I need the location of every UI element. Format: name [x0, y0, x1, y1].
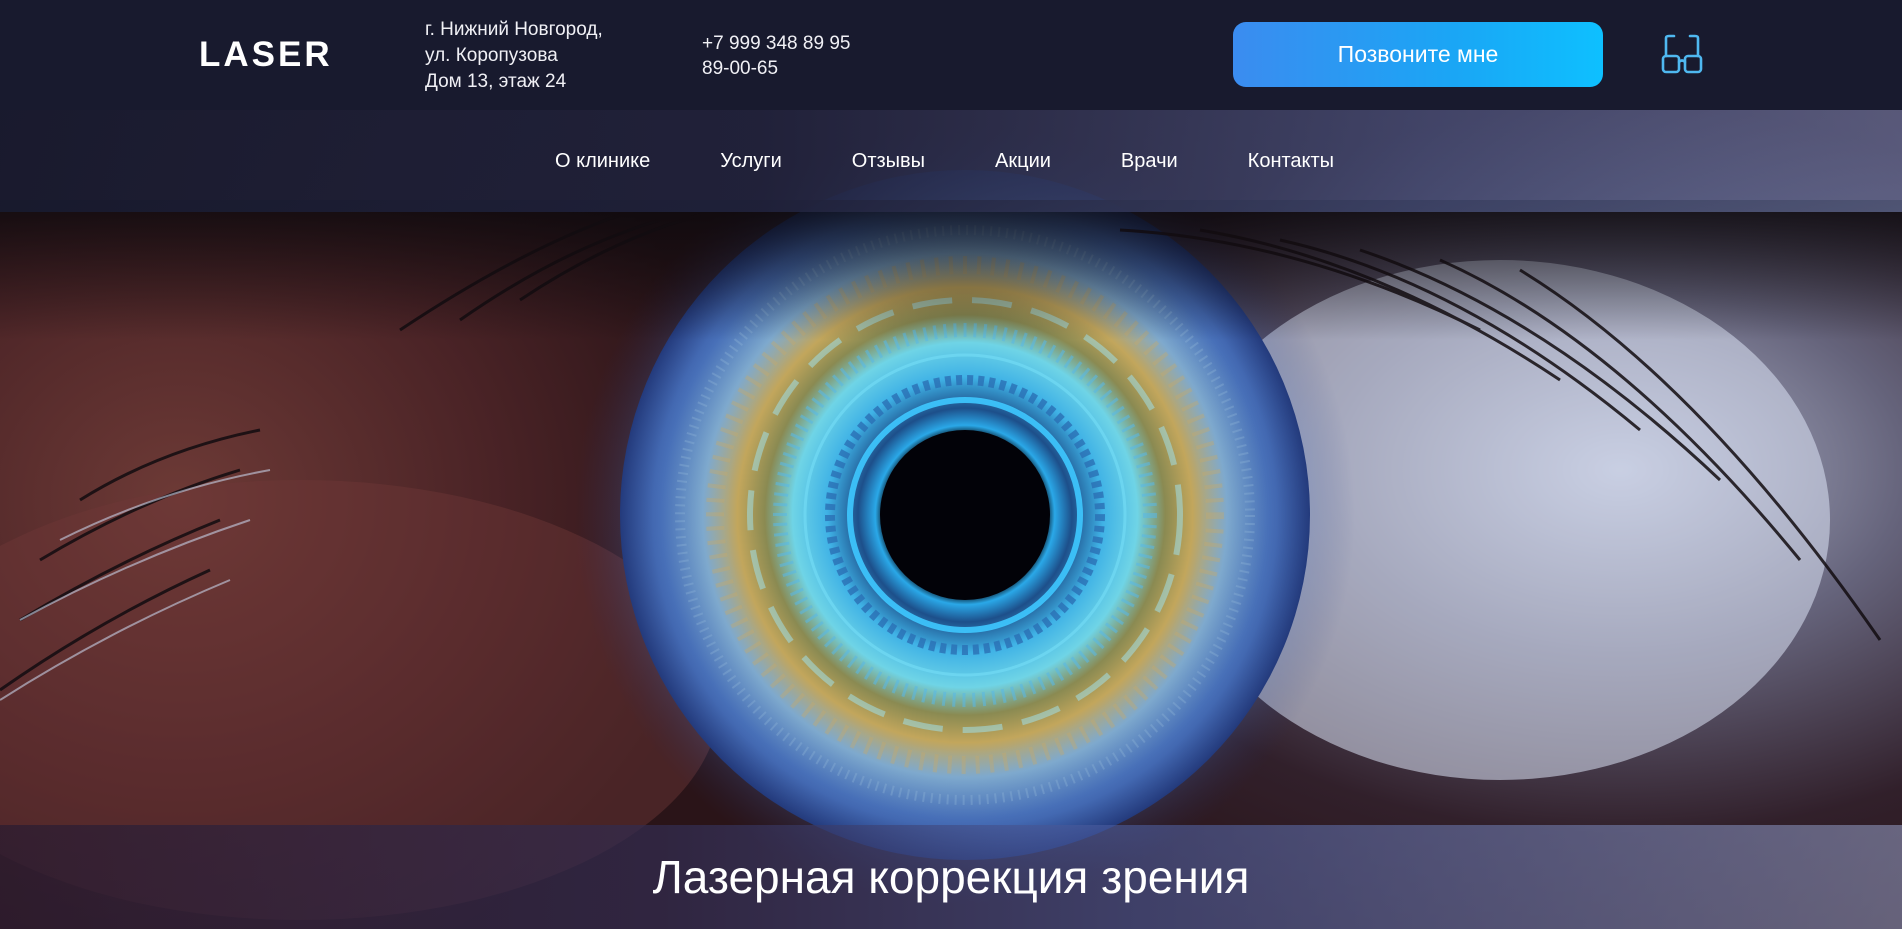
address-line-city: г. Нижний Новгород,	[425, 19, 603, 40]
phone-mobile[interactable]: +7 999 348 89 95	[702, 31, 850, 56]
nav-item-doctors[interactable]: Врачи	[1121, 150, 1178, 173]
nav-list: О клинике Услуги Отзывы Акции Врачи Конт…	[555, 110, 1334, 212]
glasses-icon[interactable]	[1660, 34, 1704, 76]
call-me-button[interactable]: Позвоните мне	[1233, 22, 1603, 87]
top-header: LASER г. Нижний Новгород, ул. Коропузова…	[0, 0, 1902, 110]
nav-item-promotions[interactable]: Акции	[995, 150, 1051, 173]
hero-title: Лазерная коррекция зрения	[652, 851, 1250, 903]
nav-item-reviews[interactable]: Отзывы	[852, 150, 925, 173]
nav-item-about-clinic[interactable]: О клинике	[555, 150, 650, 173]
phone-landline[interactable]: 89-00-65	[702, 56, 850, 81]
nav-item-contacts[interactable]: Контакты	[1248, 150, 1334, 173]
clinic-address: г. Нижний Новгород, ул. Коропузова Дом 1…	[425, 17, 603, 95]
logo[interactable]: LASER	[199, 35, 333, 75]
hero-title-strip: Лазерная коррекция зрения	[0, 825, 1902, 929]
main-navigation: О клинике Услуги Отзывы Акции Врачи Конт…	[0, 110, 1902, 212]
address-line-street: ул. Коропузова	[425, 45, 558, 66]
address-line-building: Дом 13, этаж 24	[425, 71, 567, 92]
nav-item-services[interactable]: Услуги	[720, 150, 782, 173]
phone-numbers: +7 999 348 89 95 89-00-65	[702, 31, 850, 81]
